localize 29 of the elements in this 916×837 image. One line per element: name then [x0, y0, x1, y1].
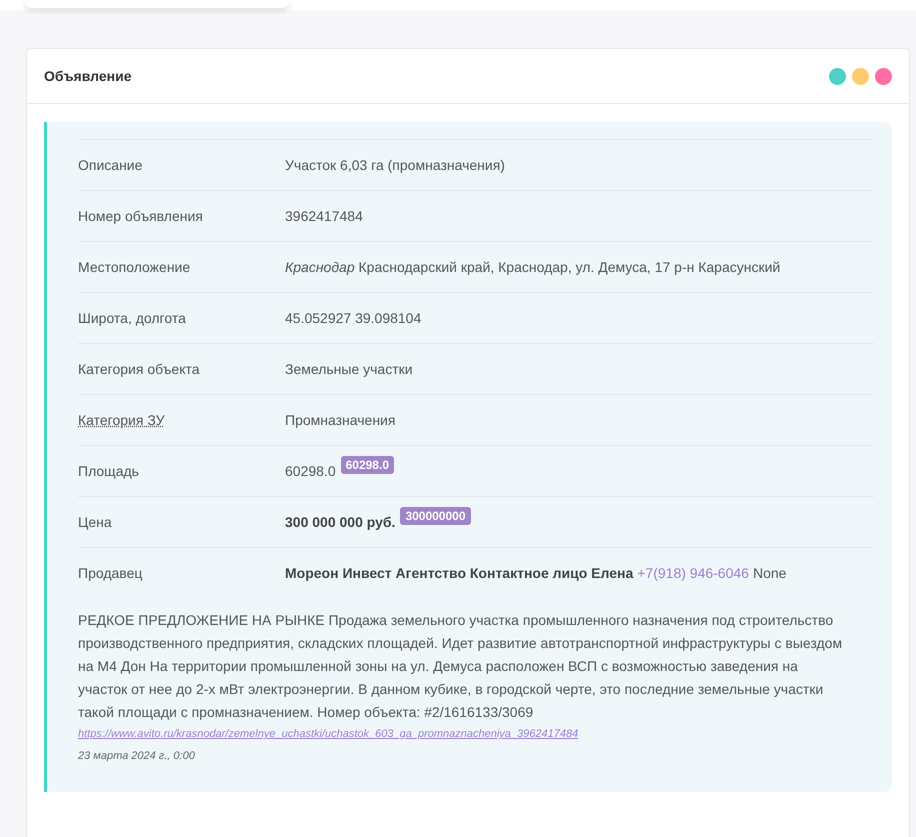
field-label: Площадь	[78, 463, 139, 479]
field-label: Продавец	[78, 565, 142, 581]
field-label: Местоположение	[78, 259, 190, 275]
description-text: РЕДКОЕ ПРЕДЛОЖЕНИЕ НА РЫНКЕ Продажа земельного участка промышленного назначения под строительство производственного предприятия, складских площадей. Идет развитие автотранспортной инфраструктуры с выездом на М4 Дон На территории промышленной зоны на ул. Демуса расположен ВСП с возможностью заведения на участок от нее до 2-х мВт электроэнергии. В данном кубике, в городской черте, это последние земельные участки такой площади с промназначением. Номер объекта: #2/1616133/3069	[78, 611, 844, 722]
field-label: Категория ЗУ	[78, 412, 165, 428]
value-badge: 300000000	[400, 507, 471, 525]
listing-date: 23 марта 2024 г., 0:00	[78, 750, 196, 762]
field-value: None	[752, 565, 786, 581]
card-title: Объявление	[44, 68, 132, 84]
field-value: 60298.0	[285, 463, 336, 479]
field-value: Краснодар Краснодарский край, Краснодар, ул. Демуса, 17 р-н Карасунский	[285, 259, 780, 275]
window-dot[interactable]	[829, 68, 846, 84]
phone-link[interactable]: +7(918) 946-6046	[637, 565, 749, 581]
field-label: Номер объявления	[78, 208, 203, 224]
field-value: 45.052927 39.098104	[285, 310, 422, 326]
field-label: Описание	[78, 157, 142, 173]
field-value: Земельные участки	[285, 361, 413, 377]
field-label: Цена	[78, 514, 112, 530]
window-dot[interactable]	[875, 68, 892, 84]
field-value: 3962417484	[285, 208, 363, 224]
field-label: Широта, долгота	[78, 310, 186, 326]
field-value: Участок 6,03 га (промназначения)	[285, 157, 505, 173]
seller-name: Мореон Инвест Агентство Контактное лицо Елена	[285, 565, 634, 581]
listing-link[interactable]: https://www.avito.ru/krasnodar/zemelnye_uchastki/uchastok_603_ga_promnaznacheniya_3962417484	[78, 728, 578, 740]
value-badge: 60298.0	[340, 456, 394, 474]
field-value: 300 000 000 руб.	[285, 514, 396, 530]
field-label: Категория объекта	[78, 361, 200, 377]
field-value: Промназначения	[285, 412, 396, 428]
window-dot[interactable]	[852, 68, 869, 84]
